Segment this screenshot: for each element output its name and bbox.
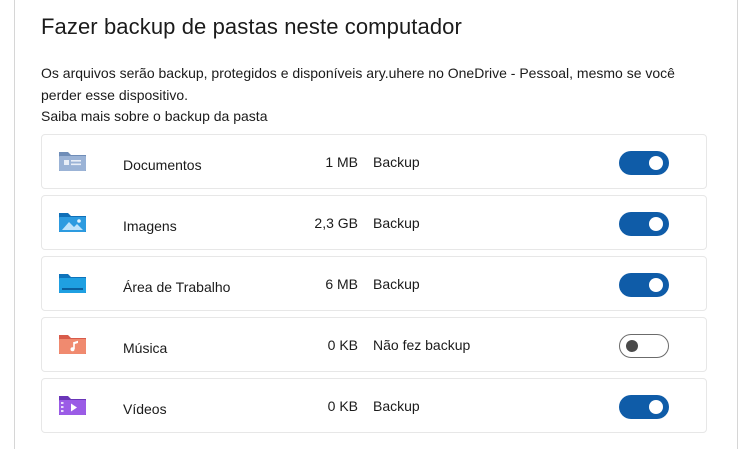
folder-name: Documentos (123, 157, 202, 173)
folder-size: 0 KB (327, 398, 358, 414)
backup-toggle-documents[interactable] (619, 151, 669, 175)
folder-name: Imagens (123, 218, 177, 234)
backup-status: Backup (373, 154, 420, 170)
backup-toggle-desktop[interactable] (619, 273, 669, 297)
documents-folder-icon (58, 149, 88, 173)
folder-name: Área de Trabalho (123, 279, 231, 295)
desktop-folder-icon (58, 271, 88, 295)
folder-size: 6 MB (325, 276, 358, 292)
pictures-folder-icon (58, 210, 88, 234)
music-folder-icon (58, 332, 88, 356)
folder-row-documents: Documentos 1 MB Backup (41, 134, 707, 189)
folder-row-desktop: Área de Trabalho 6 MB Backup (41, 256, 707, 311)
backup-status: Backup (373, 276, 420, 292)
learn-more-link[interactable]: Saiba mais sobre o backup da pasta (41, 108, 267, 124)
folder-size: 1 MB (325, 154, 358, 170)
folder-name: Vídeos (123, 401, 167, 417)
backup-toggle-music[interactable] (619, 334, 669, 358)
toggle-knob (626, 340, 638, 352)
toggle-knob (649, 156, 663, 170)
backup-toggle-videos[interactable] (619, 395, 669, 419)
backup-status: Backup (373, 215, 420, 231)
toggle-knob (649, 217, 663, 231)
folder-row-videos: Vídeos 0 KB Backup (41, 378, 707, 433)
description-text: Os arquivos serão backup, protegidos e d… (41, 65, 675, 103)
folder-row-pictures: Imagens 2,3 GB Backup (41, 195, 707, 250)
toggle-knob (649, 278, 663, 292)
folder-size: 0 KB (327, 337, 358, 353)
backup-status: Não fez backup (373, 337, 471, 353)
folder-name: Música (123, 340, 168, 356)
videos-folder-icon (58, 393, 88, 417)
toggle-knob (649, 400, 663, 414)
folder-size: 2,3 GB (314, 215, 358, 231)
folder-row-music: Música 0 KB Não fez backup (41, 317, 707, 372)
backup-status: Backup (373, 398, 420, 414)
backup-toggle-pictures[interactable] (619, 212, 669, 236)
page-title: Fazer backup de pastas neste computador (41, 14, 462, 39)
